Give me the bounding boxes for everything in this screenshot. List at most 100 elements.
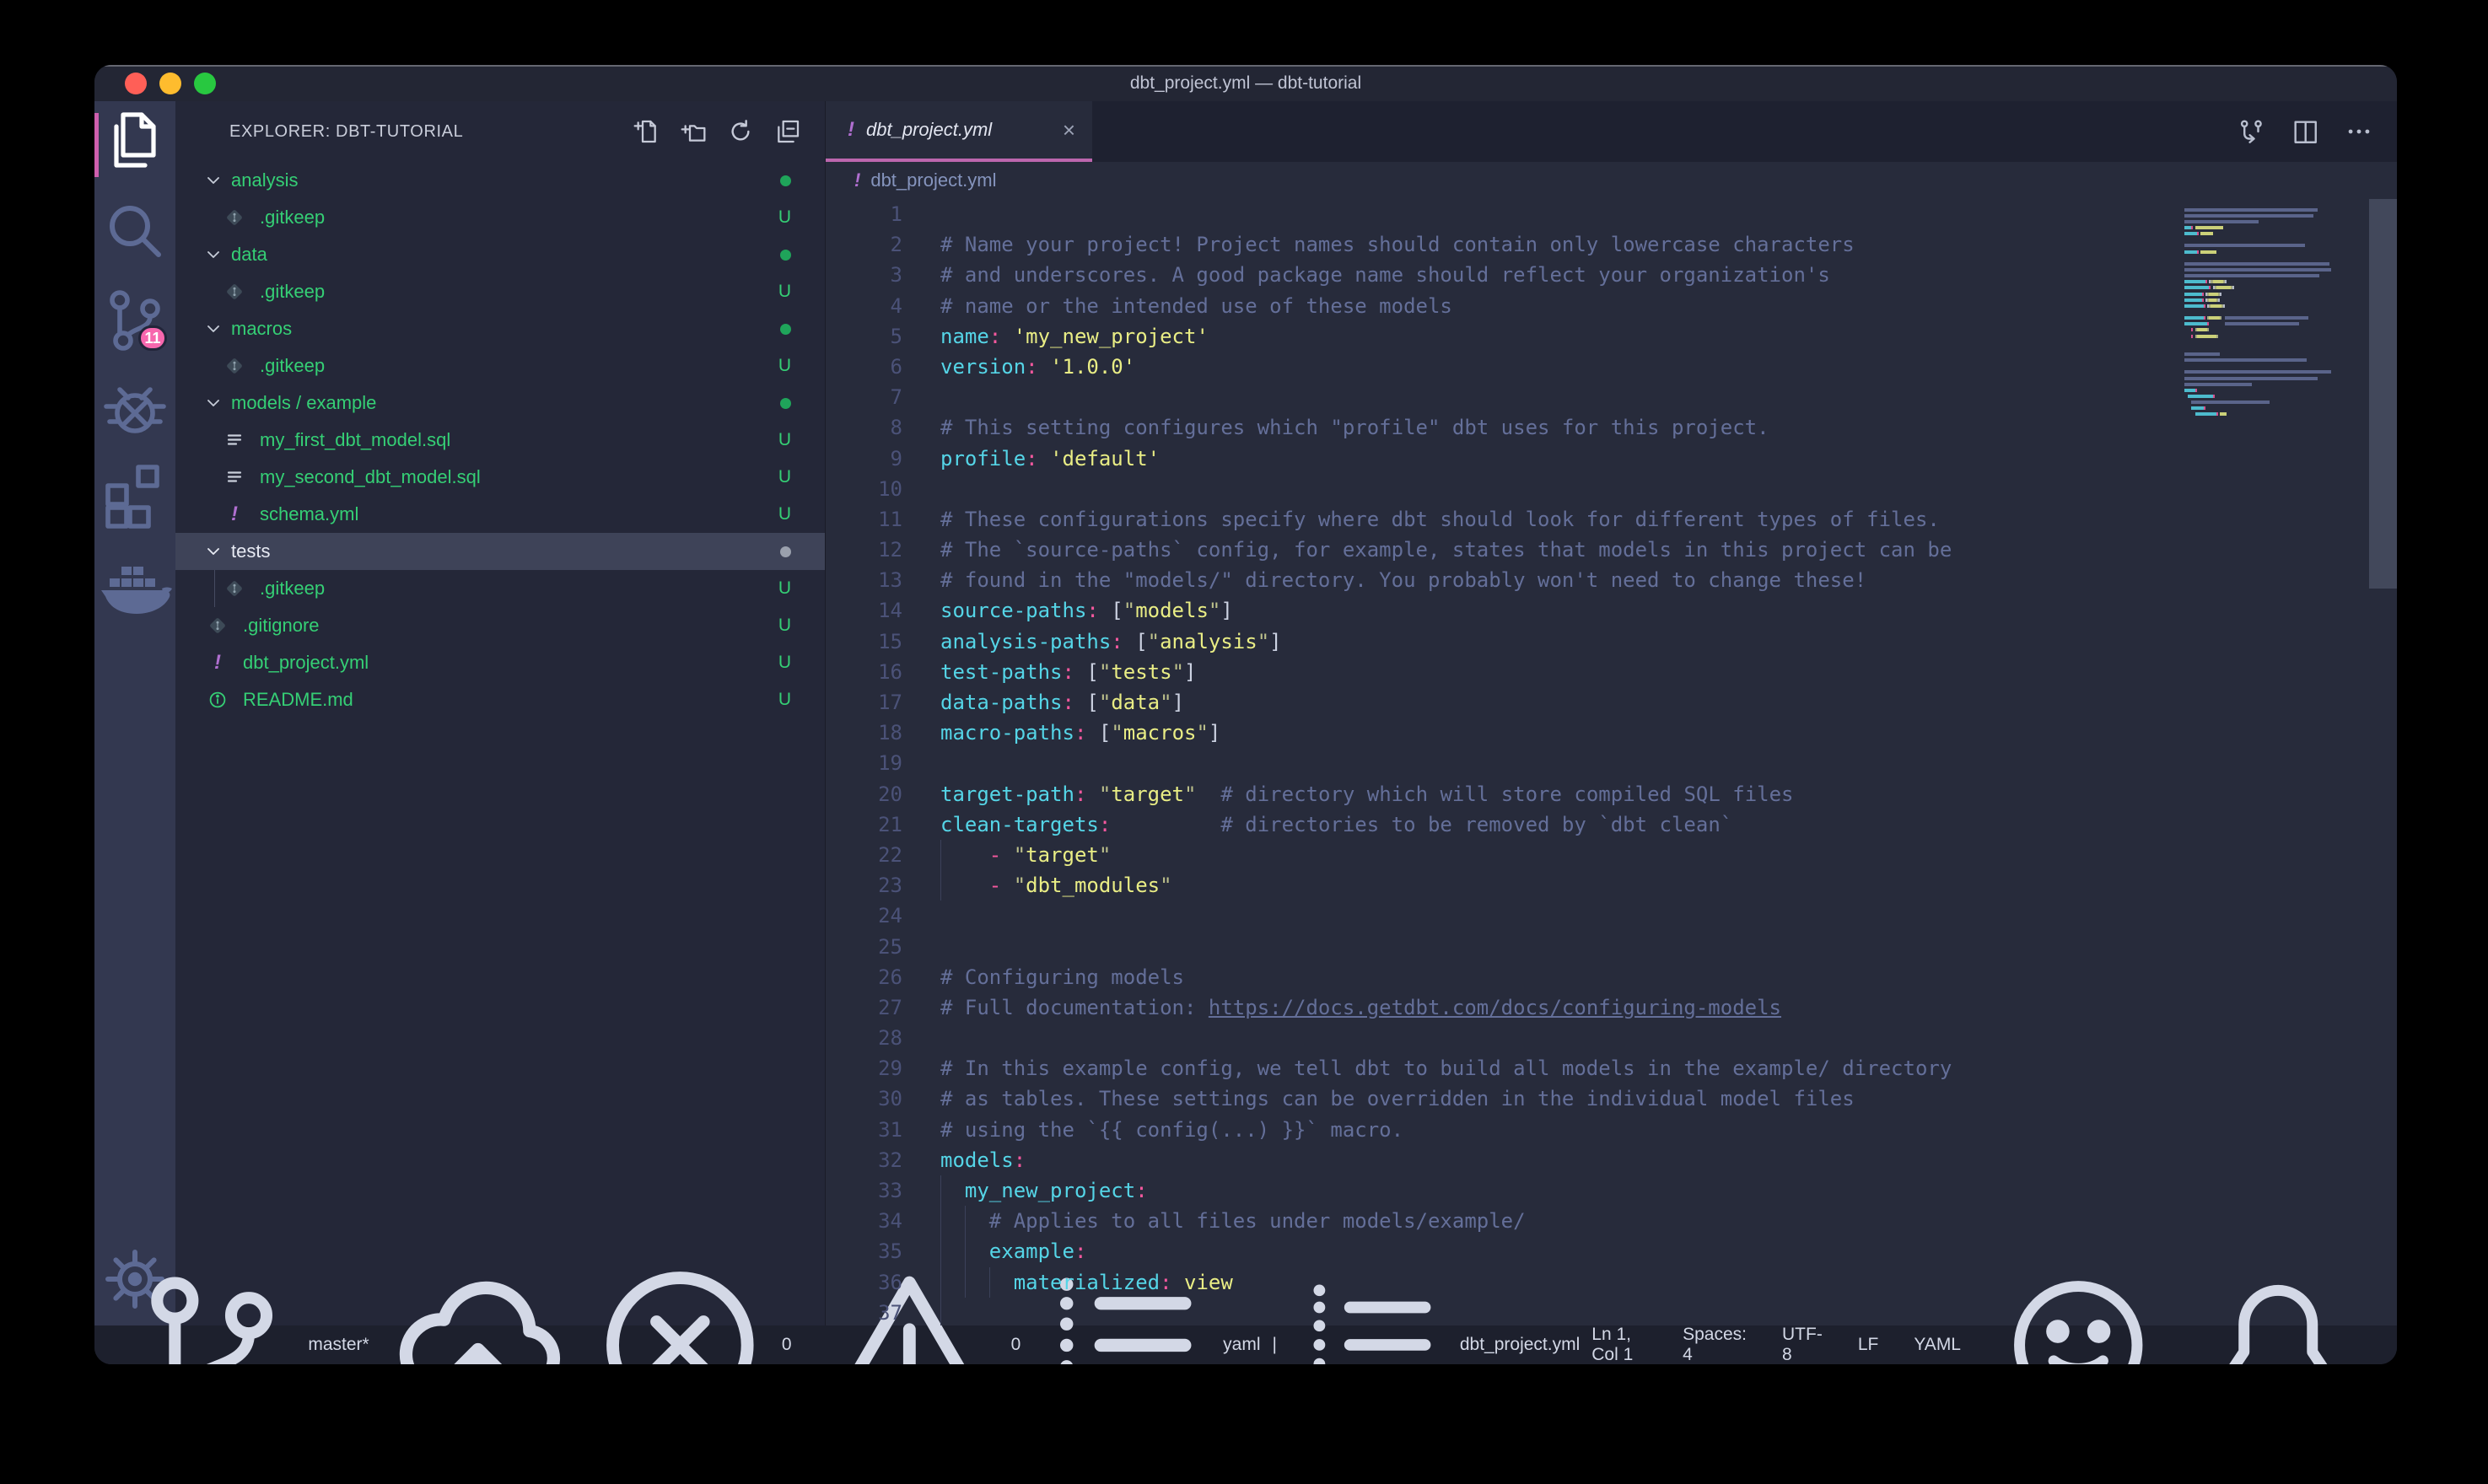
collapse-folders-icon[interactable] [774, 118, 801, 145]
code-line[interactable]: 4# name or the intended use of these mod… [826, 291, 2397, 321]
tab-dbt-project-yml[interactable]: ! dbt_project.yml × [826, 101, 1092, 162]
debug-icon [94, 368, 175, 449]
code-line[interactable]: 3# and underscores. A good package name … [826, 260, 2397, 290]
minimize-window-button[interactable] [159, 73, 181, 94]
code-line[interactable]: 5name: 'my_new_project' [826, 321, 2397, 352]
code-line[interactable]: 21clean-targets: # directories to be rem… [826, 809, 2397, 840]
code-line[interactable]: 19 [826, 748, 2397, 778]
code-line[interactable]: 31# using the `{{ config(...) }}` macro. [826, 1115, 2397, 1145]
code-line[interactable]: 10 [826, 474, 2397, 504]
breadcrumb[interactable]: ! dbt_project.yml [826, 162, 2397, 199]
tree-file--gitkeep[interactable]: .gitkeepU [175, 570, 825, 607]
code-line[interactable]: 12# The `source-paths` config, for examp… [826, 535, 2397, 565]
tree-file-my-first-dbt-model-sql[interactable]: my_first_dbt_model.sqlU [175, 422, 825, 459]
tree-folder-models-example[interactable]: models / example [175, 384, 825, 422]
cursor-position[interactable]: Ln 1, Col 1 [1580, 1325, 1659, 1364]
code-line[interactable]: 37 [826, 1298, 2397, 1325]
zoom-window-button[interactable] [194, 73, 216, 94]
minimap[interactable] [2184, 201, 2368, 423]
activity-item-debug[interactable] [94, 364, 175, 452]
tree-file--gitkeep[interactable]: .gitkeepU [175, 347, 825, 384]
code-text: # Full documentation: https://docs.getdb… [940, 992, 1781, 1023]
code-line[interactable]: 35 example: [826, 1236, 2397, 1266]
tab-close-icon[interactable]: × [1063, 117, 1075, 143]
code-line[interactable]: 7 [826, 382, 2397, 412]
tree-folder-tests[interactable]: tests [175, 533, 825, 570]
new-file-icon[interactable] [633, 118, 660, 145]
code-line[interactable]: 22 - "target" [826, 840, 2397, 870]
tree-file-my-second-dbt-model-sql[interactable]: my_second_dbt_model.sqlU [175, 459, 825, 496]
git-status-badge: U [778, 578, 791, 599]
encoding-setting[interactable]: UTF-8 [1770, 1325, 1834, 1364]
code-line[interactable]: 2# Name your project! Project names shou… [826, 229, 2397, 260]
code-line[interactable]: 6version: '1.0.0' [826, 352, 2397, 382]
tree-file-readme-md[interactable]: README.mdU [175, 681, 825, 718]
tree-item-label: schema.yml [175, 503, 358, 525]
code-line[interactable]: 24 [826, 901, 2397, 931]
minimap-line [2184, 387, 2368, 393]
indentation-setting[interactable]: Spaces: 4 [1671, 1325, 1758, 1364]
split-editor-icon[interactable] [2291, 117, 2319, 146]
code-line[interactable]: 23 - "dbt_modules" [826, 870, 2397, 901]
tree-file-schema-yml[interactable]: !schema.ymlU [175, 496, 825, 533]
activity-item-search[interactable] [94, 189, 175, 277]
breadcrumb-file[interactable]: dbt_project.yml [870, 169, 996, 191]
tree-file--gitkeep[interactable]: .gitkeepU [175, 273, 825, 310]
code-line[interactable]: 29# In this example config, we tell dbt … [826, 1053, 2397, 1083]
code-line[interactable]: 27# Full documentation: https://docs.get… [826, 992, 2397, 1023]
code-line[interactable]: 33 my_new_project: [826, 1175, 2397, 1206]
code-text: my_new_project: [940, 1175, 1148, 1206]
language-mode[interactable]: YAML [1902, 1335, 1973, 1355]
code-text: # found in the "models/" directory. You … [940, 565, 1866, 595]
activity-item-docker[interactable] [94, 540, 175, 627]
tree-file--gitignore[interactable]: .gitignoreU [175, 607, 825, 644]
line-number: 28 [826, 1023, 902, 1053]
code-line[interactable]: 32models: [826, 1145, 2397, 1175]
editor-scrollbar[interactable] [2369, 199, 2397, 589]
code-line[interactable]: 9profile: 'default' [826, 444, 2397, 474]
line-number: 7 [826, 382, 902, 412]
tab-bar: ! dbt_project.yml × [826, 101, 2397, 162]
open-changes-icon[interactable] [2237, 117, 2265, 146]
code-line[interactable]: 1 [826, 199, 2397, 229]
code-line[interactable]: 18macro-paths: ["macros"] [826, 718, 2397, 748]
code-line[interactable]: 13# found in the "models/" directory. Yo… [826, 565, 2397, 595]
minimap-line [2184, 279, 2368, 285]
line-number: 2 [826, 229, 902, 260]
code-line[interactable]: 11# These configurations specify where d… [826, 504, 2397, 535]
tree-folder-macros[interactable]: macros [175, 310, 825, 347]
vscode-window: dbt_project.yml — dbt-tutorial 11 EXPLOR… [94, 65, 2397, 1364]
code-line[interactable]: 17data-paths: ["data"] [826, 687, 2397, 718]
line-number: 17 [826, 687, 902, 718]
tree-file--gitkeep[interactable]: .gitkeepU [175, 199, 825, 236]
close-window-button[interactable] [125, 73, 147, 94]
code-line[interactable]: 25 [826, 932, 2397, 962]
code-line[interactable]: 15analysis-paths: ["analysis"] [826, 626, 2397, 657]
activity-item-explorer[interactable] [94, 101, 175, 189]
new-folder-icon[interactable] [680, 118, 707, 145]
minimap-line [2184, 201, 2368, 207]
refresh-explorer-icon[interactable] [727, 118, 754, 145]
code-line[interactable]: 30# as tables. These settings can be ove… [826, 1083, 2397, 1114]
tree-folder-analysis[interactable]: analysis [175, 162, 825, 199]
code-line[interactable]: 16test-paths: ["tests"] [826, 657, 2397, 687]
code-line[interactable]: 28 [826, 1023, 2397, 1053]
code-line[interactable]: 8# This setting configures which "profil… [826, 412, 2397, 443]
code-line[interactable]: 36 materialized: view [826, 1267, 2397, 1298]
tree-folder-data[interactable]: data [175, 236, 825, 273]
more-actions-icon[interactable] [2345, 117, 2373, 146]
minimap-line [2184, 218, 2368, 224]
code-line[interactable]: 34 # Applies to all files under models/e… [826, 1206, 2397, 1236]
line-number: 5 [826, 321, 902, 352]
git-file-icon [207, 616, 228, 636]
activity-item-extensions[interactable] [94, 452, 175, 540]
code-text: macro-paths: ["macros"] [940, 718, 1220, 748]
eol-setting[interactable]: LF [1846, 1335, 1891, 1355]
activity-item-source-control[interactable]: 11 [94, 277, 175, 364]
tree-file-dbt-project-yml[interactable]: !dbt_project.ymlU [175, 644, 825, 681]
code-editor[interactable]: 12# Name your project! Project names sho… [826, 199, 2397, 1325]
minimap-line [2184, 297, 2368, 303]
code-line[interactable]: 14source-paths: ["models"] [826, 595, 2397, 626]
code-line[interactable]: 26# Configuring models [826, 962, 2397, 992]
code-line[interactable]: 20target-path: "target" # directory whic… [826, 779, 2397, 809]
